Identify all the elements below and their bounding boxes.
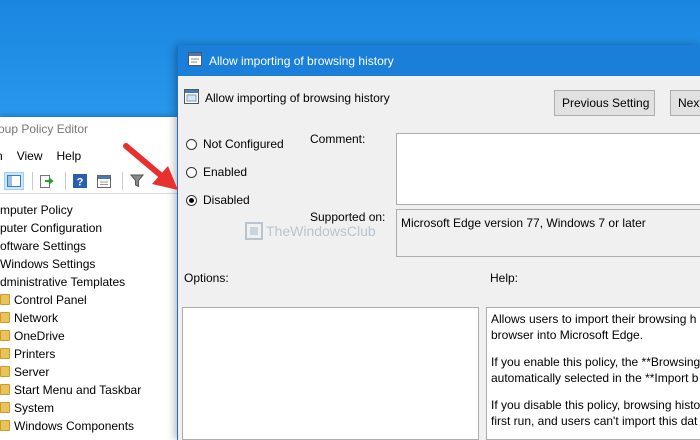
gpe-window-title: oup Policy Editor [0,122,89,136]
tree-item-software-settings[interactable]: oftware Settings [0,237,178,255]
folder-icon [0,330,10,341]
policy-tree: mputer Policy puter Configuration oftwar… [0,201,178,435]
menu-view[interactable]: View [17,149,43,169]
tree-item-label: puter Configuration [0,221,103,235]
watermark-logo-icon [245,222,263,240]
svg-text:?: ? [77,177,84,189]
help-line: browser into Microsoft Edge. [491,328,644,342]
tree-item-administrative-templates[interactable]: dministrative Templates [0,273,178,291]
tree-item-control-panel[interactable]: Control Panel [0,291,178,309]
gpe-menubar: n View Help [0,149,95,169]
previous-setting-button[interactable]: Previous Setting [554,90,655,116]
options-panel[interactable] [182,307,479,440]
tree-item-server[interactable]: Server [0,363,178,381]
radio-label: Enabled [203,165,248,179]
tree-item-label: dministrative Templates [0,275,126,289]
help-line: Allows users to import their browsing h [491,312,697,326]
comment-label: Comment: [310,132,366,146]
tree-item-start-menu-and-taskbar[interactable]: Start Menu and Taskbar [0,381,178,399]
help-label: Help: [490,271,519,285]
tree-item-network[interactable]: Network [0,309,178,327]
tree-item-windows-settings[interactable]: Windows Settings [0,255,178,273]
help-button[interactable]: ? [70,172,90,190]
tree-item-label: Printers [14,347,56,361]
help-paragraph: If you disable this policy, browsing his… [491,397,700,429]
tree-item-label: Network [14,311,59,325]
help-line: If you enable this policy, the **Browsin… [491,355,700,369]
folder-icon [0,366,10,377]
folder-icon [0,312,10,323]
tree-item-windows-components[interactable]: Windows Components [0,417,178,435]
dialog-titlebar[interactable]: Allow importing of browsing history [178,45,700,76]
tree-item-label: oftware Settings [0,239,87,253]
policy-header: Allow importing of browsing history [184,89,390,107]
toolbar-separator [32,172,33,190]
tree-item-label: Windows Components [14,419,135,433]
help-paragraph: If you enable this policy, the **Browsin… [491,354,700,386]
tree-item-computer-policy[interactable]: mputer Policy [0,201,178,219]
folder-icon [0,402,10,413]
policy-name: Allow importing of browsing history [205,91,390,105]
watermark: TheWindowsClub [245,222,376,240]
console-tree-icon [7,175,21,187]
policy-setting-icon [184,89,199,107]
export-icon [40,174,54,188]
export-list-button[interactable] [37,172,57,190]
help-paragraph: Allows users to import their browsing h b… [491,311,697,343]
folder-icon [0,384,10,395]
dialog-title: Allow importing of browsing history [209,53,394,68]
comment-textarea[interactable] [396,133,700,205]
tree-item-label: OneDrive [14,329,65,343]
folder-icon [0,348,10,359]
supported-on-value: Microsoft Edge version 77, Windows 7 or … [396,209,700,257]
tree-item-label: Control Panel [14,293,87,307]
policy-setting-icon [188,52,202,69]
tree-item-label: Windows Settings [0,257,96,271]
tree-item-onedrive[interactable]: OneDrive [0,327,178,345]
tree-item-system[interactable]: System [0,399,178,417]
red-arrow-annotation [123,143,178,190]
watermark-text: TheWindowsClub [266,223,376,239]
tree-item-label: mputer Policy [0,203,73,217]
properties-icon [97,174,111,188]
help-line: first run, and users can't import this d… [491,414,698,428]
folder-icon [0,420,10,431]
show-hide-tree-button[interactable] [4,172,24,190]
radio-not-configured[interactable]: Not Configured [186,137,284,151]
tree-item-label: Start Menu and Taskbar [14,383,142,397]
options-label: Options: [184,271,229,285]
help-line: automatically selected in the **Import b [491,371,699,385]
tree-item-computer-configuration[interactable]: puter Configuration [0,219,178,237]
toolbar-separator [65,172,66,190]
properties-button[interactable] [94,172,114,190]
tree-item-label: Server [14,365,50,379]
next-setting-button[interactable]: Next [670,90,700,116]
tree-item-label: System [14,401,55,415]
help-line: If you disable this policy, browsing his… [491,398,700,412]
radio-enabled[interactable]: Enabled [186,165,247,179]
radio-label: Disabled [203,193,250,207]
help-panel[interactable]: Allows users to import their browsing h b… [486,307,700,440]
menu-help[interactable]: Help [56,149,81,169]
folder-icon [0,294,10,305]
policy-setting-dialog: Allow importing of browsing history Allo… [177,45,700,440]
radio-disabled[interactable]: Disabled [186,193,250,207]
radio-label: Not Configured [203,137,284,151]
menu-action[interactable]: n [0,149,3,169]
tree-item-printers[interactable]: Printers [0,345,178,363]
help-icon: ? [73,174,87,188]
